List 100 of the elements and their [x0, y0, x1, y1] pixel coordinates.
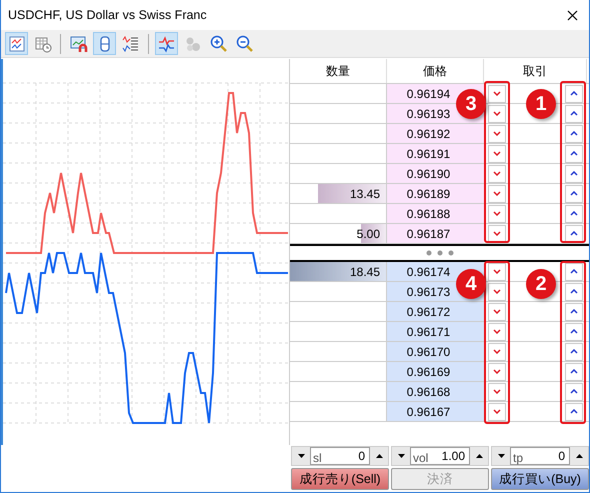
zoom-in-icon [210, 34, 228, 52]
sell-button[interactable] [488, 302, 506, 320]
price-cell: 0.96192 [387, 124, 484, 143]
callout-badge: 1 [526, 89, 556, 119]
price-cell: 0.96189 [387, 184, 484, 203]
chevron-down-icon [493, 211, 501, 216]
price-cell: 0.96170 [387, 342, 484, 361]
chevron-down-icon [493, 171, 501, 176]
toolbar-button[interactable] [155, 32, 178, 55]
chevron-down-icon [493, 111, 501, 116]
zoom-out-icon [236, 34, 254, 52]
chevron-up-icon [570, 349, 578, 354]
toolbar-button[interactable] [93, 32, 116, 55]
callout-badge: 2 [526, 269, 556, 299]
chevron-down-icon [493, 369, 501, 374]
chevron-up-icon [570, 111, 578, 116]
chevron-down-icon [493, 349, 501, 354]
sell-button[interactable] [488, 322, 506, 340]
chevron-up-icon [570, 289, 578, 294]
column-header: 数量 [290, 59, 387, 83]
toolbar-button[interactable] [5, 32, 28, 55]
price-cell: 0.96168 [387, 382, 484, 401]
sell-button[interactable] [488, 84, 506, 102]
buy-button[interactable]: 成行買い(Buy) [491, 468, 589, 490]
sell-button[interactable] [488, 262, 506, 280]
chevron-up-icon [570, 369, 578, 374]
price-cell: 0.96169 [387, 362, 484, 381]
sell-button[interactable] [488, 164, 506, 182]
buy-button[interactable] [565, 342, 583, 360]
signal-lines-icon [158, 34, 176, 52]
chevron-up-icon [570, 269, 578, 274]
field-label: sl [313, 450, 322, 467]
buy-button[interactable] [565, 362, 583, 380]
price-cell: 0.96190 [387, 164, 484, 183]
window-magnet-icon [70, 34, 88, 52]
buy-button[interactable] [565, 184, 583, 202]
buy-button[interactable] [565, 382, 583, 400]
price-cell: 0.96167 [387, 402, 484, 421]
price-cell: 0.96188 [387, 204, 484, 223]
chevron-down-icon [493, 409, 501, 414]
sell-button[interactable] [488, 184, 506, 202]
buy-button[interactable] [565, 262, 583, 280]
chevron-down-icon [493, 151, 501, 156]
column-header: 取引 [484, 59, 587, 83]
chevron-up-icon [570, 389, 578, 394]
buy-button[interactable] [565, 282, 583, 300]
volume-text: 13.45 [350, 186, 381, 202]
up-triangle-icon [376, 454, 382, 458]
sell-button[interactable] [488, 382, 506, 400]
column-header: 価格 [387, 59, 484, 83]
chevron-down-icon [493, 91, 501, 96]
volume-text: 5.00 [356, 226, 381, 242]
sell-button[interactable] [488, 402, 506, 420]
down-triangle-icon [498, 454, 504, 458]
ellipsis-icon [424, 250, 454, 256]
sell-button[interactable]: 成行売り(Sell) [291, 468, 389, 490]
sell-button[interactable] [488, 144, 506, 162]
sell-button[interactable] [488, 224, 506, 242]
chevron-up-icon [570, 309, 578, 314]
chart-lines-icon [8, 34, 26, 52]
chevron-up-icon [570, 191, 578, 196]
chevron-down-icon [493, 191, 501, 196]
field-label: vol [413, 450, 428, 467]
buy-button[interactable] [565, 224, 583, 242]
sell-button[interactable] [488, 282, 506, 300]
up-triangle-icon [476, 454, 482, 458]
line-list-icon [122, 34, 140, 52]
buy-button[interactable] [565, 322, 583, 340]
buy-button[interactable] [565, 302, 583, 320]
circles-icon [184, 34, 202, 52]
buy-button[interactable] [565, 204, 583, 222]
price-cell: 0.96191 [387, 144, 484, 163]
sell-button[interactable] [488, 204, 506, 222]
sell-button[interactable] [488, 342, 506, 360]
buy-button[interactable] [565, 84, 583, 102]
window-title: USDCHF, US Dollar vs Swiss Franc [8, 6, 208, 24]
chevron-up-icon [570, 151, 578, 156]
table-clock-icon [34, 34, 52, 52]
sell-button[interactable] [488, 104, 506, 122]
sell-button[interactable] [488, 124, 506, 142]
chevron-up-icon [570, 171, 578, 176]
chevron-down-icon [493, 309, 501, 314]
price-cell: 0.96187 [387, 224, 484, 243]
buy-button[interactable] [565, 104, 583, 122]
chevron-up-icon [570, 409, 578, 414]
price-cell: 0.96171 [387, 322, 484, 341]
chevron-down-icon [493, 269, 501, 274]
sell-button[interactable] [488, 362, 506, 380]
buy-button[interactable] [565, 402, 583, 420]
chevron-down-icon [493, 329, 501, 334]
chevron-up-icon [570, 91, 578, 96]
chevron-up-icon [570, 231, 578, 236]
up-triangle-icon [576, 454, 582, 458]
down-triangle-icon [298, 454, 304, 458]
down-triangle-icon [398, 454, 404, 458]
chevron-down-icon [493, 389, 501, 394]
buy-button[interactable] [565, 144, 583, 162]
buy-button[interactable] [565, 124, 583, 142]
chevron-up-icon [570, 211, 578, 216]
buy-button[interactable] [565, 164, 583, 182]
